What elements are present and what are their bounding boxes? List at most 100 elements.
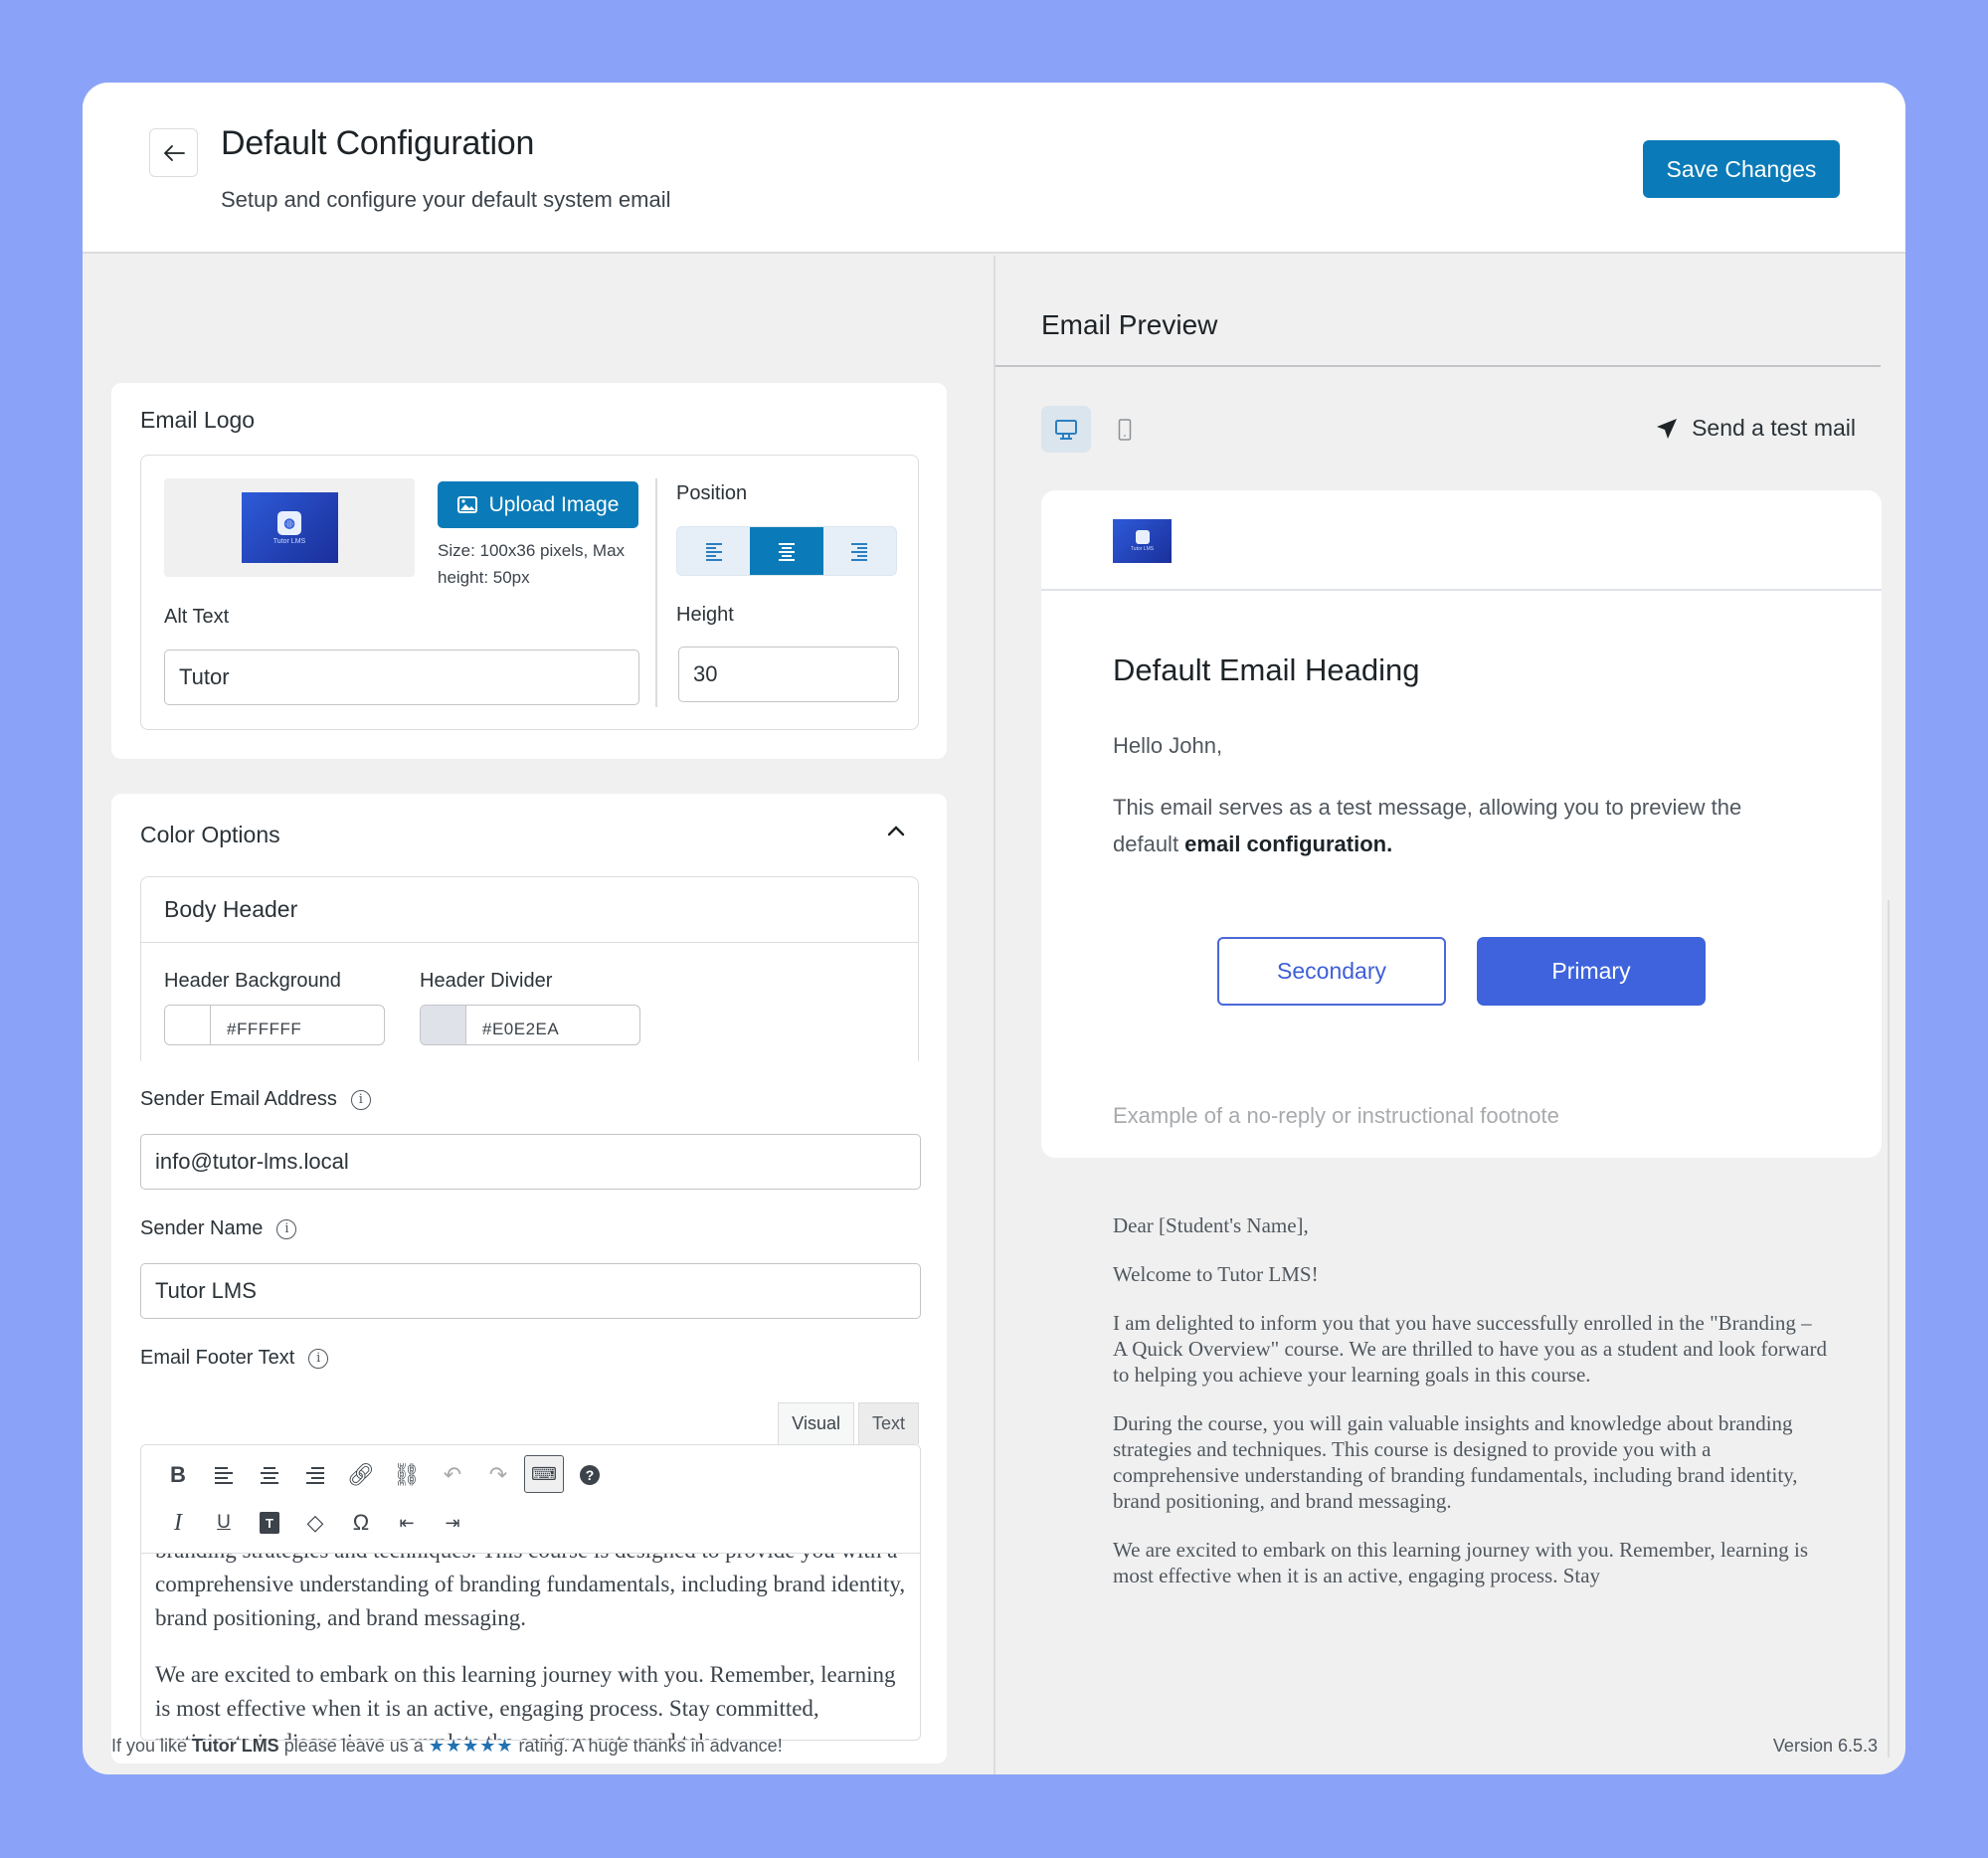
header-background-color-field[interactable]: #FFFFFF — [164, 1005, 385, 1045]
position-center-button[interactable] — [750, 527, 823, 575]
upload-image-button[interactable]: Upload Image — [438, 481, 638, 528]
header-divider-color-field[interactable]: #E0E2EA — [420, 1005, 640, 1045]
redo-button[interactable]: ↷ — [475, 1455, 521, 1495]
sender-name-label-row: Sender Name i — [140, 1217, 297, 1240]
alt-text-input[interactable]: Tutor — [164, 650, 639, 705]
sender-name-input[interactable]: Tutor LMS — [140, 1263, 921, 1319]
letter-paragraph: Dear [Student's Name], — [1113, 1213, 1309, 1237]
eraser-icon: ◇ — [306, 1510, 324, 1535]
align-center-icon — [778, 543, 795, 561]
primary-button[interactable]: Primary — [1477, 937, 1706, 1006]
secondary-button[interactable]: Secondary — [1217, 937, 1446, 1006]
collapse-toggle[interactable] — [887, 824, 905, 841]
settings-panel: Email Logo ◍ Tutor LMS Upload Image Size… — [83, 256, 994, 1774]
paste-text-icon: T — [260, 1512, 279, 1534]
undo-button[interactable]: ↶ — [430, 1455, 475, 1495]
letter-paragraph: During the course, you will gain valuabl… — [1113, 1411, 1798, 1513]
desktop-view-button[interactable] — [1041, 406, 1091, 453]
align-left-button[interactable] — [201, 1455, 247, 1495]
editor-paragraph: We are excited to embark on this learnin… — [155, 1662, 896, 1740]
tab-visual[interactable]: Visual — [778, 1402, 854, 1444]
rating-stars-link[interactable]: ★★★★★ — [429, 1736, 514, 1756]
email-heading: Default Email Heading — [1113, 652, 1420, 687]
preview-divider — [995, 365, 1881, 367]
logo-image-text: Tutor LMS — [1130, 546, 1155, 552]
rating-footer: If you like Tutor LMS please leave us a … — [111, 1736, 783, 1757]
toolbar-row-1: B 🔗︎ ⛓︎ ↶ ↷ ⌨︎ ? — [155, 1455, 613, 1495]
save-changes-button[interactable]: Save Changes — [1643, 140, 1840, 198]
info-icon[interactable]: i — [276, 1218, 297, 1239]
clear-formatting-button[interactable]: ◇ — [292, 1503, 338, 1543]
redo-icon: ↷ — [488, 1462, 508, 1487]
footer-text: If you like — [111, 1736, 193, 1756]
chevron-up-icon — [887, 826, 905, 836]
info-icon[interactable]: i — [350, 1089, 371, 1110]
logo-image: ◍ Tutor LMS — [241, 492, 338, 563]
email-logo-title: Email Logo — [140, 407, 256, 433]
paste-text-button[interactable]: T — [247, 1503, 292, 1543]
height-input[interactable]: 30 — [678, 647, 899, 702]
email-body-bold: email configuration. — [1184, 832, 1393, 856]
back-button[interactable] — [149, 128, 198, 177]
align-right-icon — [851, 543, 868, 561]
unlink-icon: ⛓︎ — [393, 1462, 421, 1487]
tab-text[interactable]: Text — [857, 1402, 919, 1444]
toolbar-toggle-button[interactable]: ⌨︎ — [524, 1455, 564, 1493]
insert-link-button[interactable]: 🔗︎ — [338, 1455, 384, 1495]
version-label: Version 6.5.3 — [1772, 1736, 1878, 1756]
sender-name-label: Sender Name — [140, 1217, 264, 1239]
sender-email-input[interactable]: info@tutor-lms.local — [140, 1134, 921, 1190]
editor-mode-tabs: Visual Text — [778, 1402, 919, 1444]
indent-icon: ⇥ — [445, 1512, 460, 1533]
omega-icon: Ω — [352, 1510, 370, 1535]
page-subtitle: Setup and configure your default system … — [221, 187, 671, 212]
send-test-mail-button[interactable]: Send a test mail — [1656, 415, 1856, 442]
mobile-icon — [1118, 418, 1132, 441]
position-selector — [676, 526, 897, 576]
email-footnote: Example of a no-reply or instructional f… — [1113, 1103, 1559, 1128]
letter-paragraph: We are excited to embark on this learnin… — [1113, 1538, 1809, 1587]
height-label: Height — [676, 604, 734, 626]
email-body: This email serves as a test message, all… — [1113, 789, 1809, 862]
align-right-button[interactable] — [292, 1455, 338, 1495]
toolbar-row-2: I U T ◇ Ω ⇤ ⇥ — [155, 1503, 475, 1543]
outdent-button[interactable]: ⇤ — [384, 1503, 430, 1543]
preview-scrollbar[interactable] — [1888, 900, 1890, 1758]
editor-content[interactable]: branding strategies and techniques. This… — [141, 1554, 920, 1740]
header-background-swatch[interactable] — [165, 1006, 211, 1044]
editor-toolbar: B 🔗︎ ⛓︎ ↶ ↷ ⌨︎ ? I U T ◇ Ω ⇤ ⇥ — [141, 1445, 920, 1554]
logo-preview: ◍ Tutor LMS — [164, 478, 415, 577]
special-character-button[interactable]: Ω — [338, 1503, 384, 1543]
footer-text: please leave us a — [278, 1736, 429, 1756]
info-icon[interactable]: i — [308, 1348, 329, 1369]
remove-link-button[interactable]: ⛓︎ — [384, 1455, 430, 1495]
align-left-icon — [215, 1467, 233, 1484]
bold-button[interactable]: B — [155, 1455, 201, 1495]
header-background-hex: #FFFFFF — [227, 1020, 302, 1038]
email-logo-settings: ◍ Tutor LMS Upload Image Size: 100x36 pi… — [140, 455, 919, 730]
email-logo-card: Email Logo ◍ Tutor LMS Upload Image Size… — [111, 383, 947, 759]
editor-paragraph: branding strategies and techniques. This… — [155, 1554, 906, 1630]
page-header: Default Configuration Setup and configur… — [83, 83, 1905, 254]
image-icon — [456, 496, 477, 513]
color-options-card: Color Options Body Header Header Backgro… — [111, 794, 947, 1764]
indent-button[interactable]: ⇥ — [430, 1503, 475, 1543]
mobile-view-button[interactable] — [1100, 406, 1150, 453]
align-left-icon — [705, 543, 722, 561]
email-footer-label: Email Footer Text — [140, 1347, 295, 1369]
underline-button[interactable]: U — [201, 1503, 247, 1543]
email-header: Tutor LMS — [1041, 490, 1882, 591]
letter-paragraph: Welcome to Tutor LMS! — [1113, 1262, 1319, 1286]
letter-paragraph: I am delighted to inform you that you ha… — [1113, 1311, 1827, 1387]
position-right-button[interactable] — [823, 527, 896, 575]
help-button[interactable]: ? — [567, 1455, 613, 1495]
align-center-button[interactable] — [247, 1455, 292, 1495]
email-preview-card: Tutor LMS Default Email Heading Hello Jo… — [1041, 490, 1882, 1158]
tutor-logo-icon — [1135, 530, 1150, 544]
header-divider-swatch[interactable] — [421, 1006, 466, 1044]
tutor-logo-icon: ◍ — [277, 510, 301, 535]
italic-button[interactable]: I — [155, 1503, 201, 1543]
body-header-section: Body Header Header Background #FFFFFF He… — [140, 876, 919, 1061]
position-left-button[interactable] — [677, 527, 750, 575]
header-divider-label: Header Divider — [420, 970, 553, 992]
